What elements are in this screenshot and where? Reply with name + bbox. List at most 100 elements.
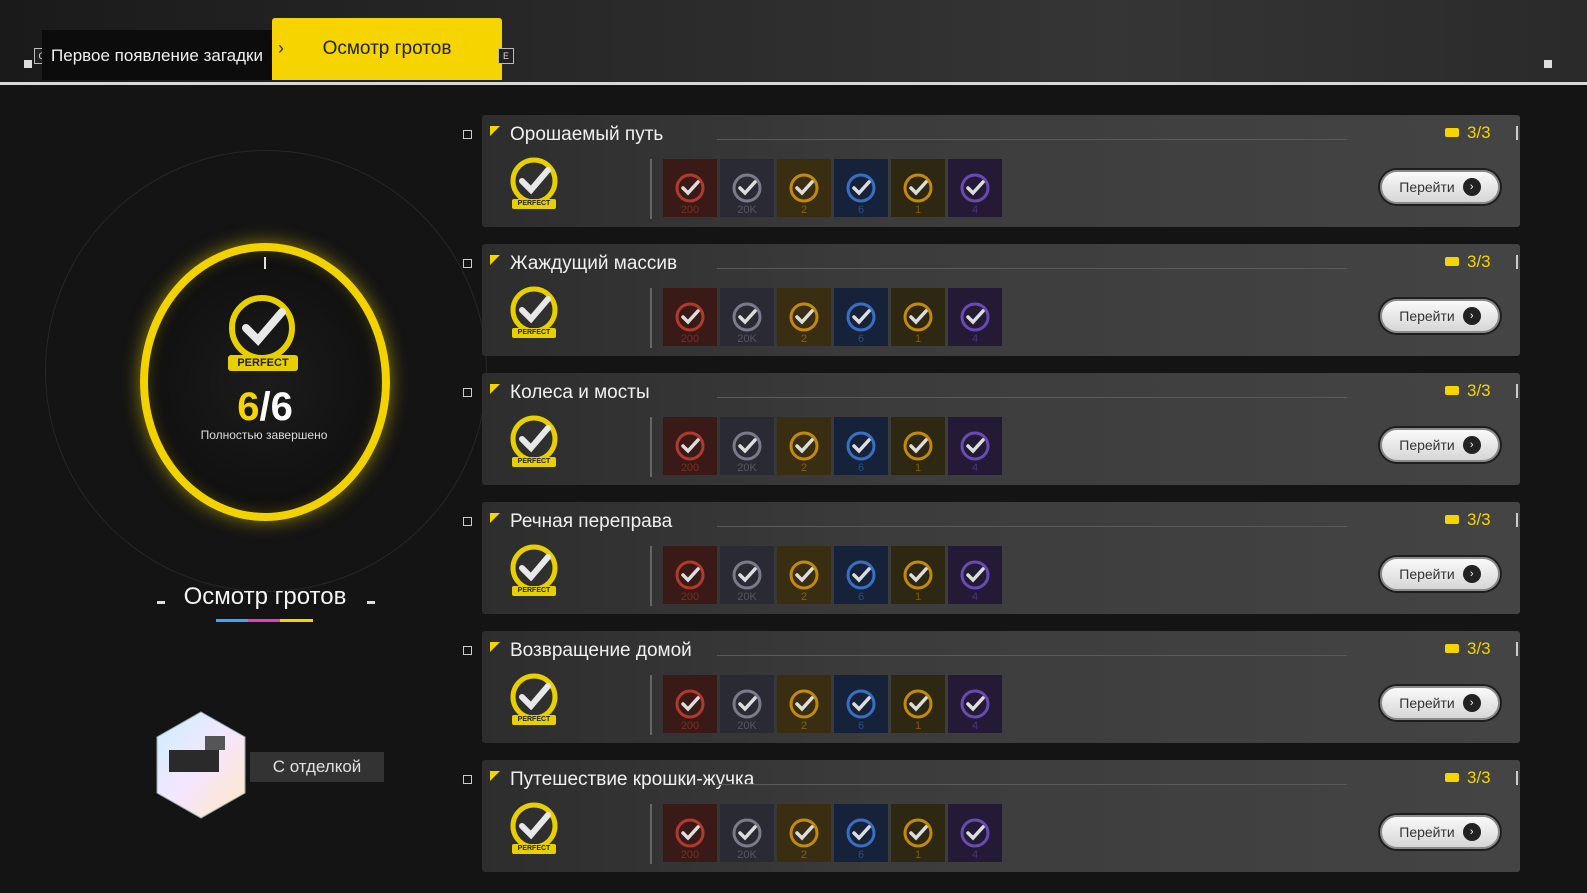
check-icon bbox=[675, 560, 705, 590]
perfect-badge: PERFECT bbox=[512, 457, 556, 467]
check-icon bbox=[846, 173, 876, 203]
row-marker bbox=[463, 646, 472, 655]
chevron-right-icon: › bbox=[1462, 823, 1481, 841]
completion-count: 6/6 bbox=[237, 385, 293, 429]
total-count: 6 bbox=[270, 385, 293, 429]
go-button[interactable]: Перейти › bbox=[1380, 170, 1500, 204]
row-marker bbox=[463, 259, 472, 268]
badge-value: 6 bbox=[857, 204, 865, 216]
badge-value: 1 bbox=[914, 591, 922, 603]
chevron-right-icon: › bbox=[1462, 436, 1481, 454]
badge-value: 1 bbox=[914, 720, 922, 732]
mission-badge: 2 bbox=[777, 675, 831, 733]
perfect-badge: PERFECT bbox=[512, 199, 556, 209]
chest-icon bbox=[1445, 644, 1459, 653]
check-icon bbox=[732, 302, 762, 332]
tab-first-appearance[interactable]: Первое появление загадки bbox=[42, 30, 272, 80]
check-icon bbox=[960, 302, 990, 332]
mission-badge: 1 bbox=[891, 159, 945, 217]
badge-value: 6 bbox=[857, 849, 865, 861]
badge-value: 2 bbox=[800, 204, 808, 216]
go-button-label: Перейти bbox=[1399, 566, 1455, 582]
title-underline bbox=[216, 619, 313, 622]
go-button[interactable]: Перейти › bbox=[1380, 815, 1500, 849]
corner-marker bbox=[24, 60, 32, 68]
check-icon bbox=[960, 431, 990, 461]
badge-value: 20K bbox=[737, 591, 757, 603]
row-marker bbox=[463, 388, 472, 397]
badge-value: 20K bbox=[737, 849, 757, 861]
go-button-label: Перейти bbox=[1399, 308, 1455, 324]
check-icon bbox=[732, 818, 762, 848]
badge-value: 2 bbox=[800, 333, 808, 345]
check-icon bbox=[675, 689, 705, 719]
go-button[interactable]: Перейти › bbox=[1380, 686, 1500, 720]
mission-row: Колеса и мосты 3/3 PERFECT 200 20K 2 6 1… bbox=[463, 373, 1520, 485]
check-icon bbox=[846, 689, 876, 719]
perfect-badge: PERFECT bbox=[512, 328, 556, 338]
title-dash bbox=[367, 601, 375, 604]
perfect-check-icon bbox=[229, 295, 295, 361]
check-icon bbox=[960, 818, 990, 848]
mission-title: Речная переправа bbox=[510, 511, 673, 532]
badge-value: 200 bbox=[680, 720, 700, 732]
mission-badge: 200 bbox=[663, 675, 717, 733]
tab-grotto-inspection[interactable]: › Осмотр гротов bbox=[272, 18, 502, 80]
badge-value: 6 bbox=[857, 591, 865, 603]
check-icon bbox=[789, 689, 819, 719]
badge-value: 20K bbox=[737, 720, 757, 732]
chest-icon bbox=[1445, 386, 1459, 395]
go-button[interactable]: Перейти › bbox=[1380, 299, 1500, 333]
corner-marker bbox=[1544, 60, 1552, 68]
row-marker bbox=[463, 775, 472, 784]
chevron-right-icon: › bbox=[1462, 307, 1481, 325]
mission-badge: 2 bbox=[777, 159, 831, 217]
mission-row: Путешествие крошки-жучка 3/3 PERFECT 200 bbox=[463, 760, 1520, 872]
row-separator bbox=[650, 159, 652, 219]
check-icon bbox=[903, 560, 933, 590]
check-icon bbox=[960, 173, 990, 203]
badge-value: 1 bbox=[914, 204, 922, 216]
chest-icon bbox=[1445, 515, 1459, 524]
mission-badge: 4 bbox=[948, 546, 1002, 604]
check-icon bbox=[732, 173, 762, 203]
score-bar bbox=[1516, 126, 1518, 140]
mission-badge: 1 bbox=[891, 546, 945, 604]
row-divider bbox=[717, 784, 1347, 785]
chevron-right-icon: › bbox=[1462, 694, 1481, 712]
go-button-label: Перейти bbox=[1399, 179, 1455, 195]
badge-value: 200 bbox=[680, 333, 700, 345]
tab-label: Первое появление загадки bbox=[51, 45, 263, 65]
mission-row: Возвращение домой 3/3 PERFECT 200 20K 2 … bbox=[463, 631, 1520, 743]
mission-badge: 20K bbox=[720, 159, 774, 217]
mission-title: Колеса и мосты bbox=[510, 382, 650, 403]
go-button-label: Перейти bbox=[1399, 437, 1455, 453]
reward-cube-icon[interactable] bbox=[155, 710, 247, 820]
mission-badge: 200 bbox=[663, 288, 717, 346]
chest-icon bbox=[1445, 773, 1459, 782]
mission-badge: 4 bbox=[948, 675, 1002, 733]
perfect-badge: PERFECT bbox=[228, 355, 298, 371]
check-icon bbox=[789, 431, 819, 461]
completed-count: 6 bbox=[237, 385, 260, 429]
mission-badge: 1 bbox=[891, 417, 945, 475]
badge-value: 200 bbox=[680, 849, 700, 861]
mission-badge: 1 bbox=[891, 288, 945, 346]
check-icon bbox=[903, 818, 933, 848]
row-divider bbox=[717, 655, 1347, 656]
mission-score: 3/3 bbox=[1467, 252, 1491, 271]
go-button[interactable]: Перейти › bbox=[1380, 557, 1500, 591]
mission-badges: 200 20K 2 6 1 4 bbox=[663, 675, 1002, 733]
check-icon bbox=[960, 689, 990, 719]
panel-title: Осмотр гротов bbox=[183, 583, 347, 610]
chest-icon bbox=[1445, 257, 1459, 266]
mission-title: Возвращение домой bbox=[510, 640, 692, 661]
badge-value: 20K bbox=[737, 204, 757, 216]
go-button[interactable]: Перейти › bbox=[1380, 428, 1500, 462]
check-icon bbox=[732, 560, 762, 590]
score-bar bbox=[1516, 255, 1518, 269]
badge-value: 4 bbox=[971, 591, 979, 603]
flag-icon bbox=[490, 513, 500, 523]
check-icon bbox=[675, 173, 705, 203]
completion-ring bbox=[140, 243, 390, 521]
